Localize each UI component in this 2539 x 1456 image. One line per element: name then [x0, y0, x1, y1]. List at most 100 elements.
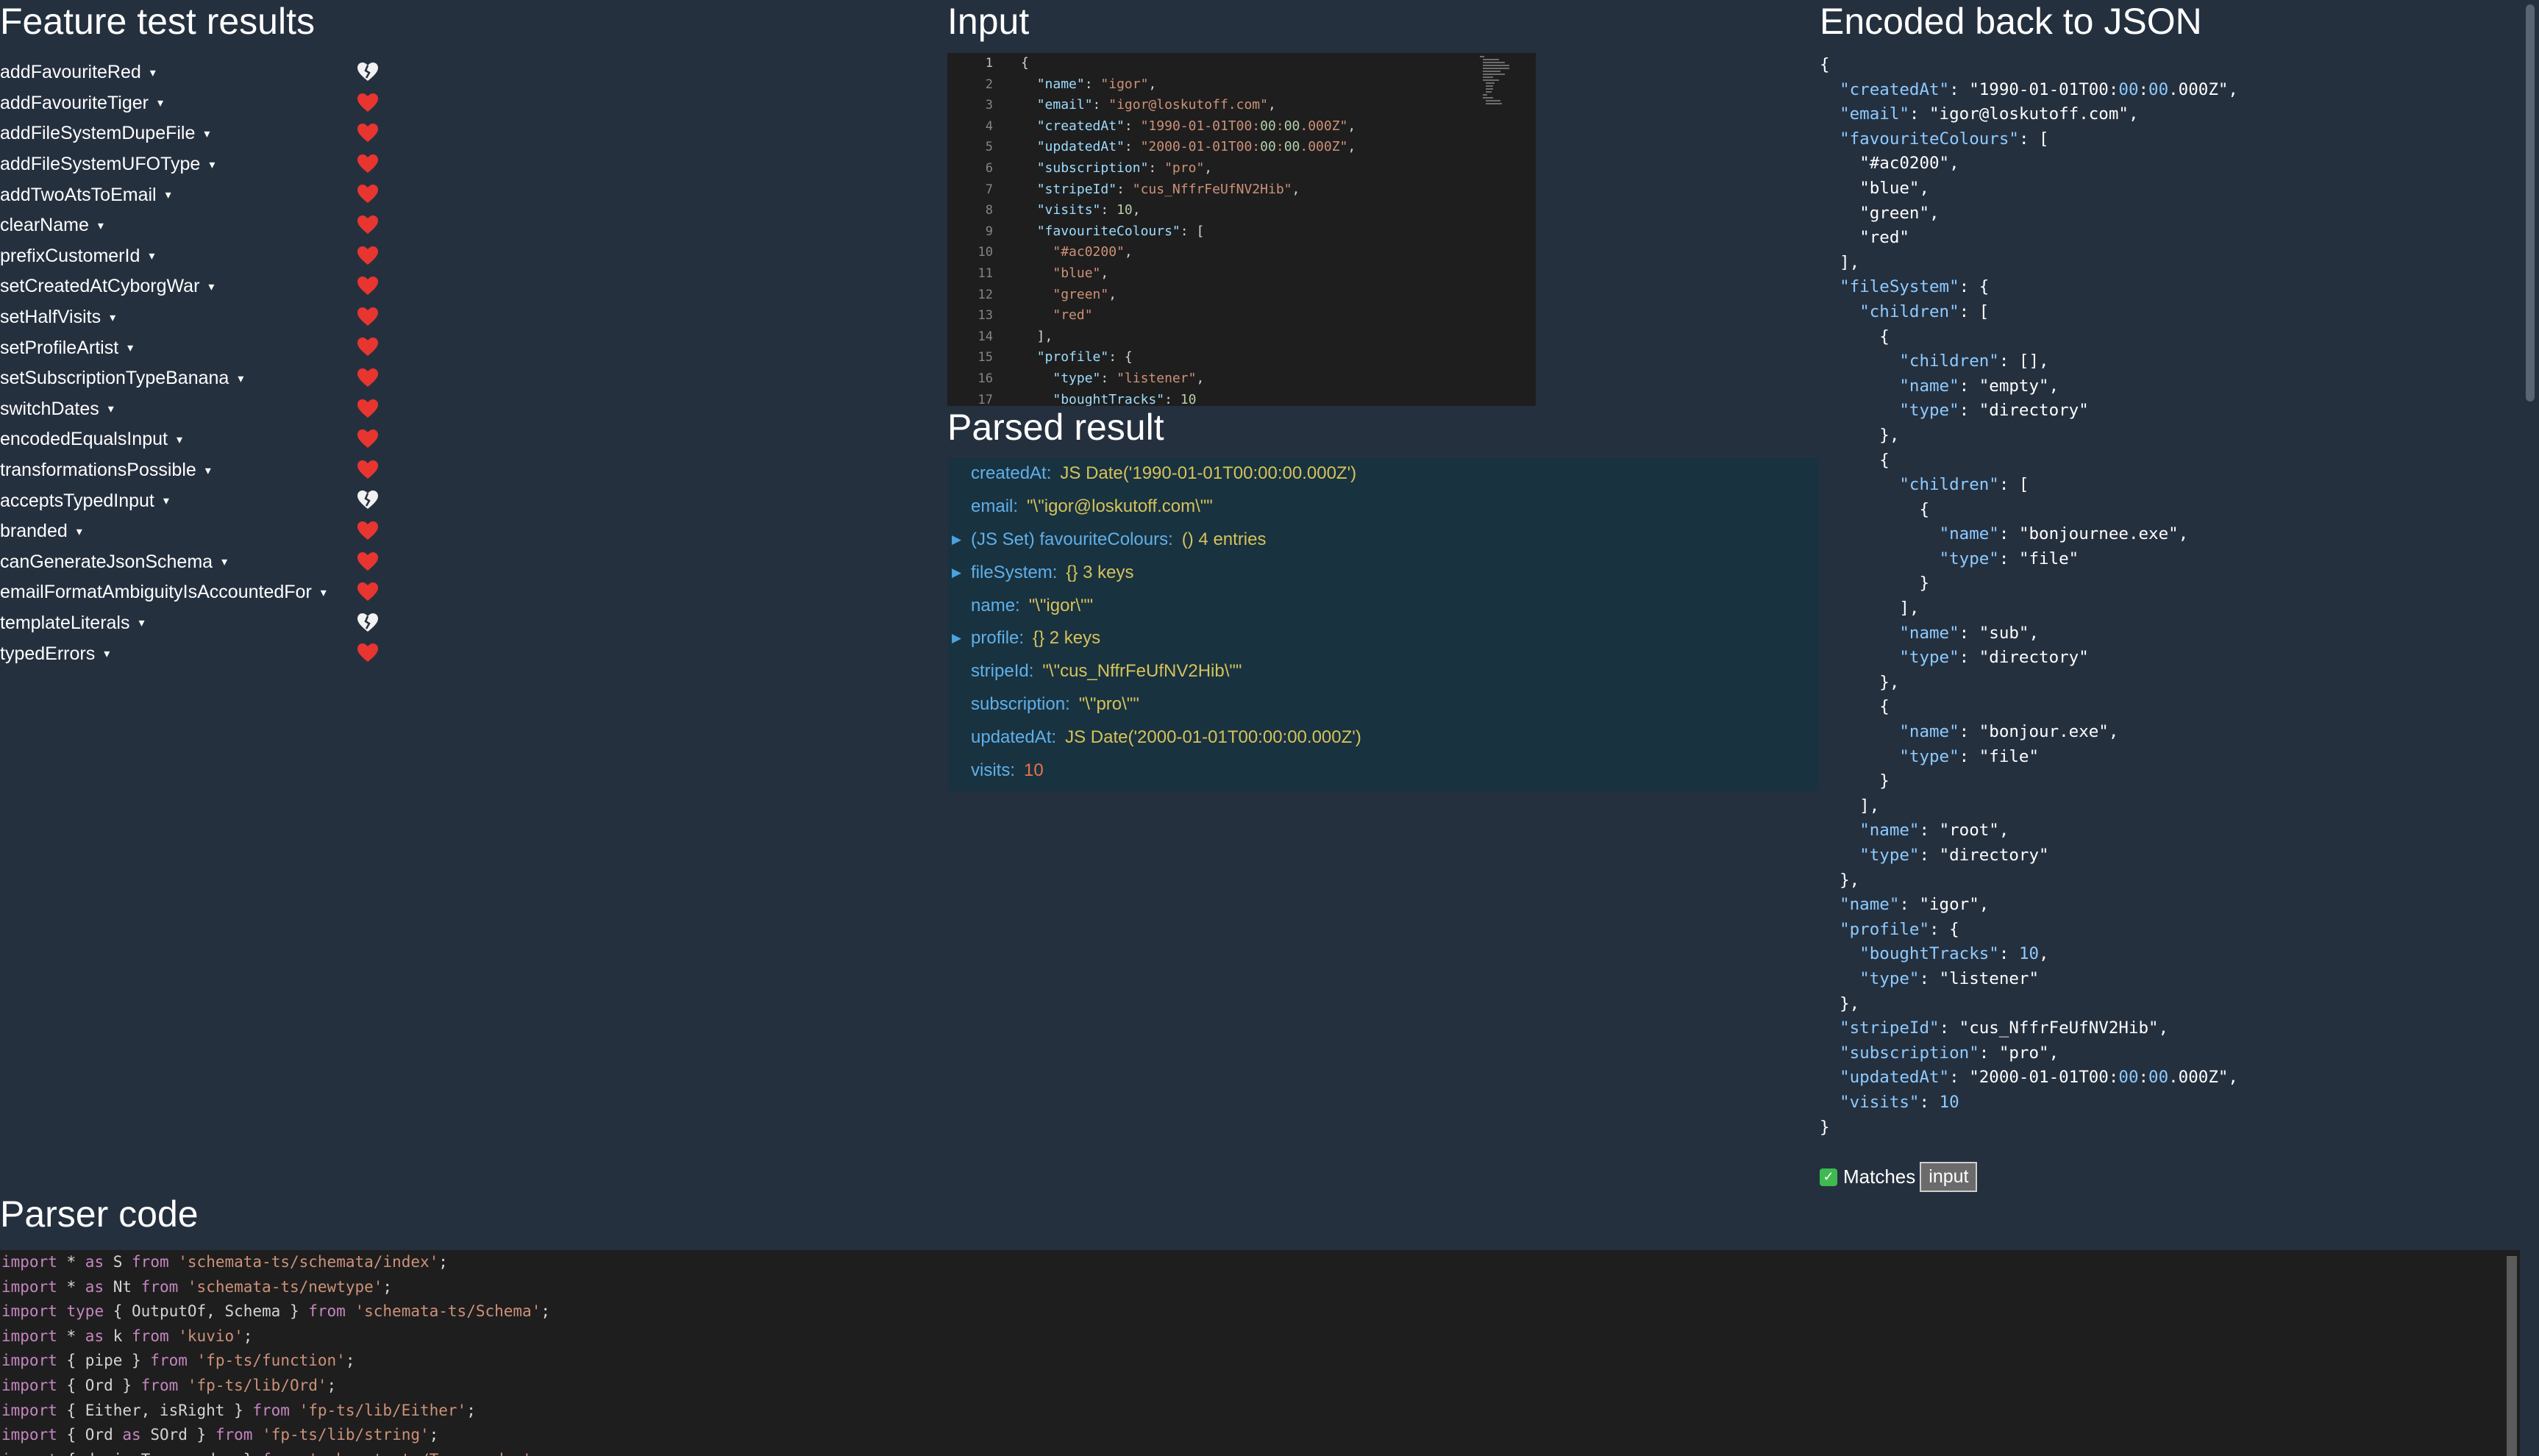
chevron-down-icon[interactable]: ▾: [221, 554, 227, 569]
expand-arrow-icon[interactable]: ▶: [952, 565, 961, 580]
code-line: import * as S from 'schemata-ts/schemata…: [1, 1253, 448, 1271]
feature-item[interactable]: encodedEqualsInput ▾: [0, 424, 397, 455]
heart-icon: [357, 521, 378, 540]
chevron-down-icon[interactable]: ▾: [104, 646, 110, 661]
line-number: 2: [985, 76, 993, 92]
feature-label: canGenerateJsonSchema: [0, 551, 213, 572]
feature-item[interactable]: canGenerateJsonSchema ▾: [0, 547, 397, 578]
input-editor[interactable]: 1 2 3 4 5 6 7 8 9 10 11 12 13 14 15 16 17 { "name": "igo…: [947, 53, 1536, 406]
chevron-down-icon[interactable]: ▾: [204, 126, 210, 141]
json-line: "children": [],: [1899, 351, 2049, 371]
json-line: "blue",: [1859, 178, 1930, 198]
code-line: {: [1021, 55, 1029, 71]
json-line: },: [1820, 993, 1860, 1013]
editor-code[interactable]: { "name": "igor", "email": "igor@loskuto…: [1021, 53, 1356, 406]
heart-icon: [357, 246, 378, 265]
heart-icon: [357, 215, 378, 235]
feature-item[interactable]: switchDates ▾: [0, 394, 397, 425]
chevron-down-icon[interactable]: ▾: [150, 65, 156, 80]
code-line: "boughtTracks": 10: [1053, 391, 1197, 407]
line-number: 3: [985, 98, 993, 113]
feature-label: switchDates: [0, 398, 99, 419]
json-line: "children": [: [1899, 475, 2029, 495]
chevron-down-icon[interactable]: ▾: [149, 249, 154, 263]
feature-item[interactable]: setHalfVisits ▾: [0, 302, 397, 333]
parsed-value: "\"cus_NffrFeUfNV2Hib\"": [1042, 661, 1242, 682]
heart-icon: [357, 93, 378, 113]
code-line: "favouriteColours": [: [1036, 223, 1205, 239]
line-number: 7: [985, 182, 993, 197]
parsed-key: subscription:: [971, 693, 1070, 714]
code-line: import { Either, isRight } from 'fp-ts/l…: [1, 1401, 476, 1419]
feature-label: setSubscriptionTypeBanana: [0, 368, 229, 389]
line-number: 9: [985, 224, 993, 239]
feature-item[interactable]: templateLiterals ▾: [0, 608, 397, 639]
chevron-down-icon[interactable]: ▾: [177, 432, 182, 447]
chevron-down-icon[interactable]: ▾: [110, 310, 115, 325]
parsed-row: name: "\"igor\"": [947, 589, 1820, 622]
page-scrollbar-thumb[interactable]: [2526, 4, 2535, 402]
feature-item[interactable]: acceptsTypedInput ▾: [0, 485, 397, 516]
feature-item[interactable]: setSubscriptionTypeBanana ▾: [0, 363, 397, 394]
json-line: "name": "empty",: [1899, 376, 2059, 396]
feature-item[interactable]: transformationsPossible ▾: [0, 455, 397, 486]
feature-label: acceptsTypedInput: [0, 490, 154, 511]
feature-item[interactable]: addFileSystemUFOType ▾: [0, 149, 397, 180]
feature-item[interactable]: clearName ▾: [0, 210, 397, 241]
code-scrollbar-thumb[interactable]: [2507, 1256, 2517, 1456]
json-line: "profile": {: [1840, 919, 1959, 939]
feature-label: prefixCustomerId: [0, 245, 140, 266]
input-button[interactable]: input: [1920, 1162, 1978, 1192]
heart-icon: [357, 185, 378, 204]
feature-item[interactable]: setCreatedAtCyborgWar ▾: [0, 271, 397, 302]
parsed-row: createdAt: JS Date('1990-01-01T00:00:00.0…: [947, 457, 1820, 490]
chevron-down-icon[interactable]: ▾: [165, 188, 171, 202]
json-line: "updatedAt": "2000-01-01T00:00:00.000Z",: [1840, 1068, 2238, 1088]
feature-item[interactable]: prefixCustomerId ▾: [0, 241, 397, 272]
chevron-down-icon[interactable]: ▾: [208, 279, 214, 294]
chevron-down-icon[interactable]: ▾: [238, 371, 243, 386]
chevron-down-icon[interactable]: ▾: [108, 402, 114, 416]
json-line: "type": "file": [1939, 549, 2079, 568]
feature-item[interactable]: setProfileArtist ▾: [0, 332, 397, 363]
feature-item[interactable]: typedErrors ▾: [0, 638, 397, 669]
parsed-row[interactable]: ▶ (JS Set) favouriteColours: () 4 entries: [947, 524, 1820, 557]
parsed-row[interactable]: ▶ profile: {} 2 keys: [947, 622, 1820, 655]
code-scrollbar[interactable]: [2504, 1250, 2520, 1456]
feature-item[interactable]: addFavouriteRed ▾: [0, 57, 397, 88]
chevron-down-icon[interactable]: ▾: [321, 585, 327, 600]
line-number: 10: [978, 245, 993, 260]
chevron-down-icon[interactable]: ▾: [157, 96, 163, 110]
chevron-down-icon[interactable]: ▾: [163, 493, 169, 508]
parsed-row[interactable]: ▶ fileSystem: {} 3 keys: [947, 556, 1820, 589]
chevron-down-icon[interactable]: ▾: [205, 463, 211, 478]
feature-item[interactable]: addFileSystemDupeFile ▾: [0, 118, 397, 149]
feature-item[interactable]: addFavouriteTiger ▾: [0, 88, 397, 119]
parsed-result-title: Parsed result: [947, 407, 1164, 448]
parser-code-editor[interactable]: import * as S from 'schemata-ts/schemata…: [0, 1250, 2504, 1456]
feature-item[interactable]: addTwoAtsToEmail ▾: [0, 179, 397, 210]
expand-arrow-icon[interactable]: ▶: [952, 631, 961, 646]
chevron-down-icon[interactable]: ▾: [138, 615, 144, 630]
json-line: {: [1820, 326, 1890, 346]
feature-item[interactable]: emailFormatAmbiguityIsAccountedFor ▾: [0, 577, 397, 608]
parsed-key: createdAt:: [971, 463, 1052, 484]
parsed-row: updatedAt: JS Date('2000-01-01T00:00:00.0…: [947, 721, 1820, 754]
editor-minimap[interactable]: [1477, 53, 1525, 406]
feature-item[interactable]: branded ▾: [0, 516, 397, 547]
json-line: {: [1820, 450, 1890, 470]
json-line: ],: [1820, 252, 1860, 272]
json-line: "email": "igor@loskutoff.com",: [1840, 104, 2139, 124]
parsed-key: name:: [971, 595, 1020, 615]
chevron-down-icon[interactable]: ▾: [209, 157, 215, 172]
feature-label: setCreatedAtCyborgWar: [0, 276, 200, 297]
chevron-down-icon[interactable]: ▾: [98, 218, 104, 233]
chevron-down-icon[interactable]: ▾: [127, 340, 133, 355]
page-scrollbar[interactable]: [2521, 0, 2539, 1456]
parser-code-title: Parser code: [0, 1193, 199, 1235]
expand-arrow-icon[interactable]: ▶: [952, 532, 961, 547]
json-line: "createdAt": "1990-01-01T00:00:00.000Z",: [1840, 79, 2238, 99]
chevron-down-icon[interactable]: ▾: [76, 524, 82, 539]
json-line: "#ac0200",: [1859, 154, 1959, 174]
heart-icon: [357, 460, 378, 479]
